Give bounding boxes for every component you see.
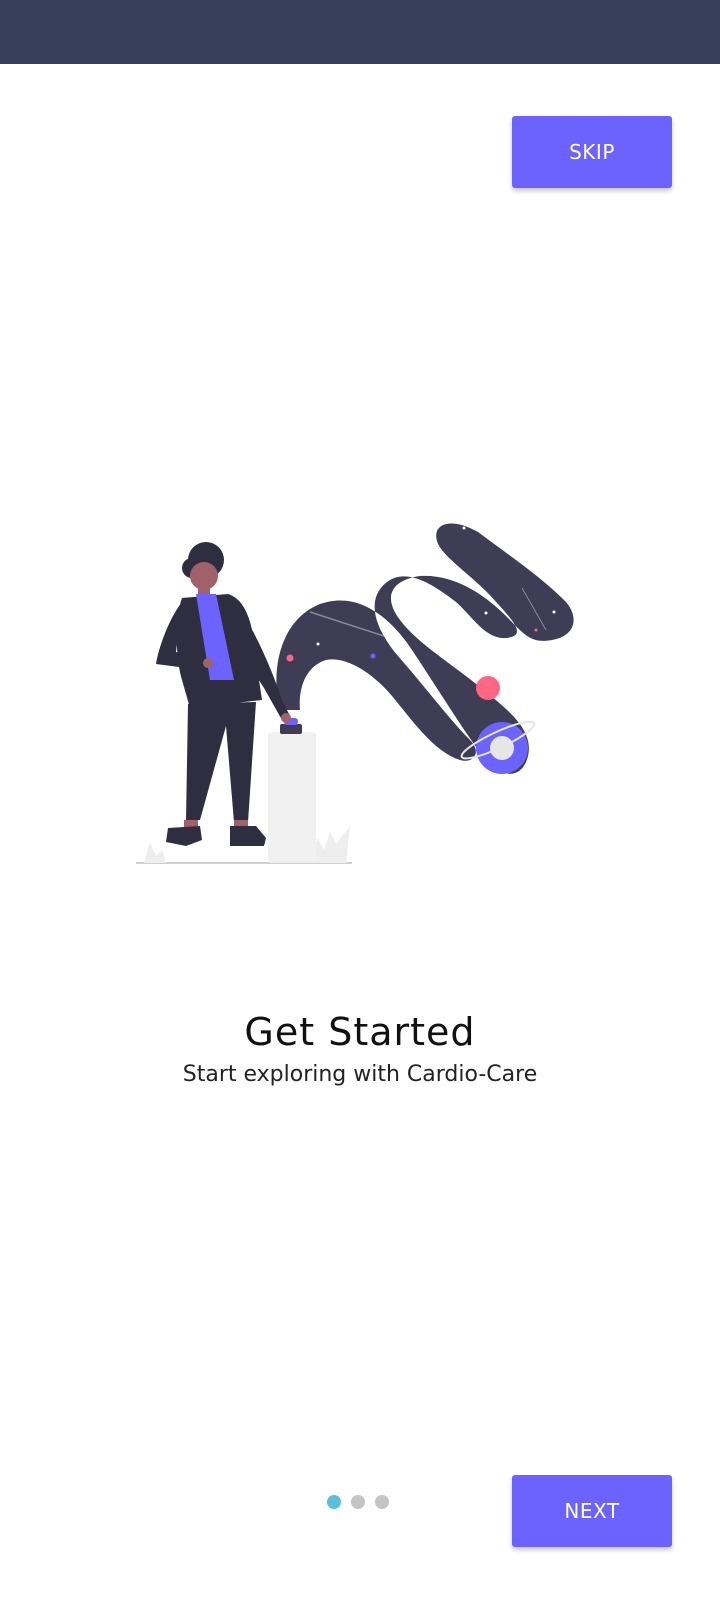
pedestal-button — [280, 724, 302, 734]
onboarding-title: Get Started — [244, 1010, 476, 1054]
skip-button[interactable]: SKIP — [512, 116, 672, 188]
page-dot-2 — [351, 1495, 365, 1509]
page-dot-3 — [375, 1495, 389, 1509]
grass-left — [144, 842, 166, 863]
status-bar — [0, 0, 720, 64]
page-dot-1 — [327, 1495, 341, 1509]
space-stream — [276, 523, 574, 774]
next-button[interactable]: NEXT — [512, 1475, 672, 1547]
pedestal — [268, 732, 316, 863]
page-indicator — [327, 1495, 389, 1509]
onboarding-illustration — [136, 523, 574, 864]
red-planet — [476, 676, 500, 700]
onboarding-subtitle: Start exploring with Cardio-Care — [182, 1062, 538, 1087]
